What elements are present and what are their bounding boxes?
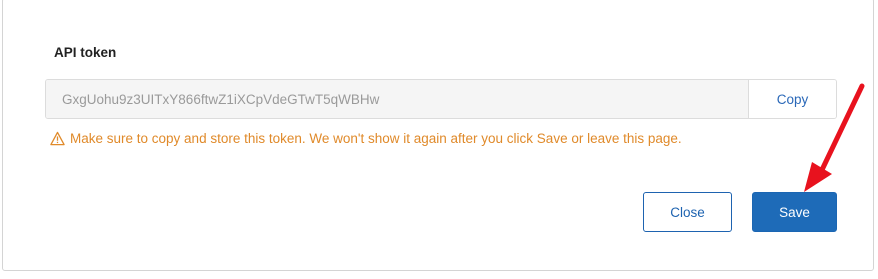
copy-button[interactable]: Copy — [748, 80, 836, 118]
close-button[interactable]: Close — [643, 192, 732, 232]
api-token-field-group: Copy — [45, 79, 837, 119]
api-token-label: API token — [54, 45, 117, 60]
api-token-input[interactable] — [46, 80, 748, 118]
save-button[interactable]: Save — [752, 192, 837, 232]
api-token-panel: API token Copy Make sure to copy and sto… — [2, 0, 874, 271]
token-warning: Make sure to copy and store this token. … — [50, 131, 682, 146]
warning-triangle-icon — [50, 131, 65, 146]
token-warning-text: Make sure to copy and store this token. … — [70, 131, 682, 146]
